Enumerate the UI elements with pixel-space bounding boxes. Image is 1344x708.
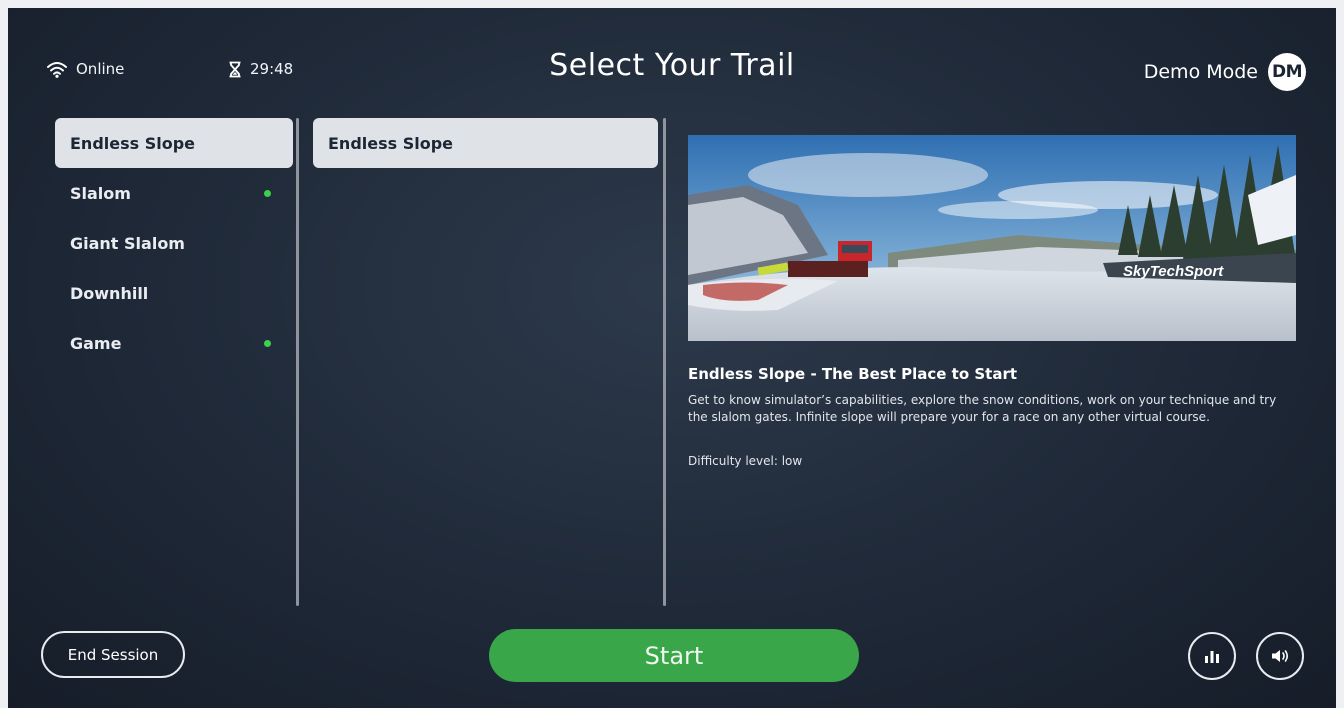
trail-detail-description: Get to know simulator’s capabilities, ex… [688,393,1277,424]
trail-detail-title: Endless Slope - The Best Place to Start [688,365,1018,383]
category-item-label: Giant Slalom [70,233,185,253]
category-item-giant-slalom[interactable]: Giant Slalom [55,218,293,268]
category-item-game[interactable]: Game [55,318,293,368]
start-button[interactable]: Start [489,629,859,682]
category-item-label: Endless Slope [70,133,196,153]
category-item-slalom[interactable]: Slalom [55,168,293,218]
trail-select-screen: Online 29:48 Select Your Trail Demo Mode… [8,8,1336,708]
mode-label: Demo Mode [1143,61,1258,83]
category-item-downhill[interactable]: Downhill [55,268,293,318]
category-item-endless-slope[interactable]: Endless Slope [55,118,293,168]
preview-logo-text: SkyTechSport [1123,263,1224,280]
category-item-label: Slalom [70,183,131,203]
trail-item-label: Endless Slope [328,133,454,153]
user-profile[interactable]: Demo Mode DM [1144,53,1306,91]
status-dot-icon [264,190,271,197]
avatar[interactable]: DM [1268,53,1306,91]
category-item-label: Game [70,333,122,353]
column-divider [296,118,299,606]
speaker-icon [1272,650,1289,662]
column-divider [663,118,666,606]
status-dot-icon [264,340,271,347]
sound-button[interactable] [1256,632,1304,680]
bar-chart-icon [1205,651,1219,663]
category-list: Endless Slope Slalom Giant Slalom Downhill G… [55,118,293,368]
trail-preview-image: SkyTechSport [688,135,1296,341]
stats-button[interactable] [1188,632,1236,680]
page-title: Select Your Trail [549,48,795,83]
end-session-button[interactable]: End Session [41,631,185,678]
trail-item-endless-slope[interactable]: Endless Slope [313,118,658,168]
trail-difficulty: Difficulty level: low [688,454,803,468]
category-item-label: Downhill [70,283,149,303]
ski-slope-illustration: SkyTechSport [688,135,1296,341]
trail-list: Endless Slope [313,118,658,168]
